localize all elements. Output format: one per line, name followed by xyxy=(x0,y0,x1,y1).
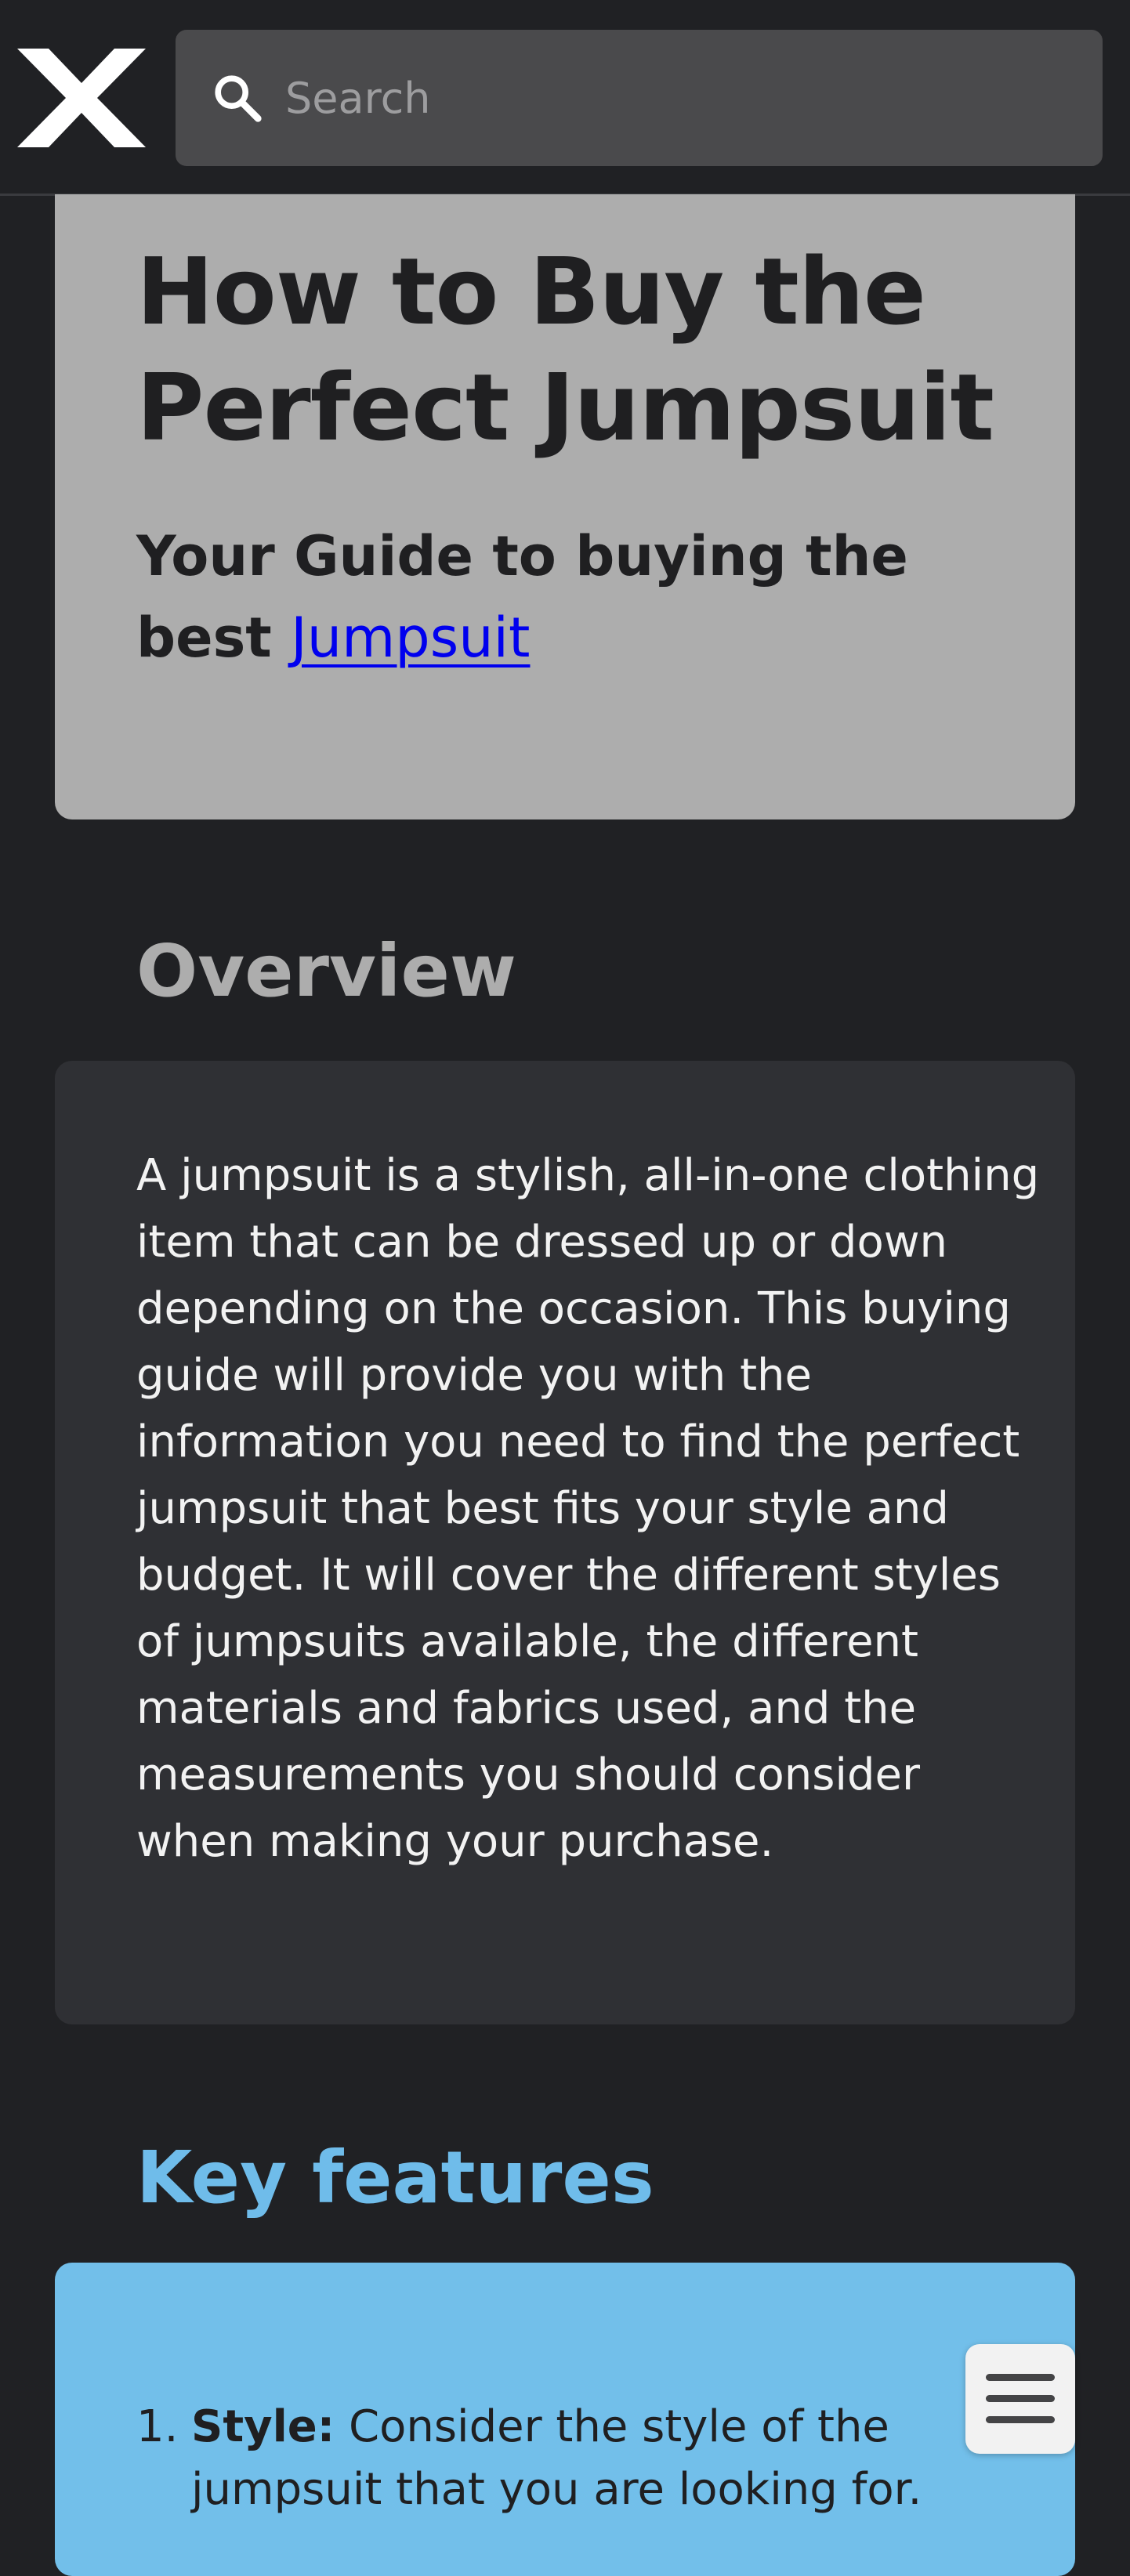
page-title: How to Buy the Perfect Jumpsuit xyxy=(136,237,994,461)
list-item-term: Style: xyxy=(191,2401,335,2452)
overview-card: A jumpsuit is a stylish, all-in-one clot… xyxy=(55,1061,1075,2024)
page-subtitle: Your Guide to buying the best Jumpsuit xyxy=(136,516,1038,678)
search-icon xyxy=(210,71,265,125)
menu-button[interactable] xyxy=(965,2344,1075,2454)
list-item-number: 1. xyxy=(136,2401,179,2452)
list-item: 1. Style: Consider the style of the jump… xyxy=(136,2396,983,2521)
key-features-list: 1. Style: Consider the style of the jump… xyxy=(136,2396,983,2521)
overview-text: A jumpsuit is a stylish, all-in-one clot… xyxy=(136,1150,1040,1867)
search-input[interactable] xyxy=(285,53,1069,143)
search-bar[interactable] xyxy=(176,30,1103,166)
top-bar xyxy=(0,0,1130,196)
hamburger-menu-icon xyxy=(986,2371,1055,2427)
key-features-card: 1. Style: Consider the style of the jump… xyxy=(55,2263,1075,2576)
hero-card: How to Buy the Perfect Jumpsuit Your Gui… xyxy=(55,194,1075,819)
subtitle-link-jumpsuit[interactable]: Jumpsuit xyxy=(291,606,530,670)
overview-heading: Overview xyxy=(136,929,516,1013)
x-logo-icon[interactable] xyxy=(17,49,146,147)
key-features-heading: Key features xyxy=(136,2136,654,2220)
